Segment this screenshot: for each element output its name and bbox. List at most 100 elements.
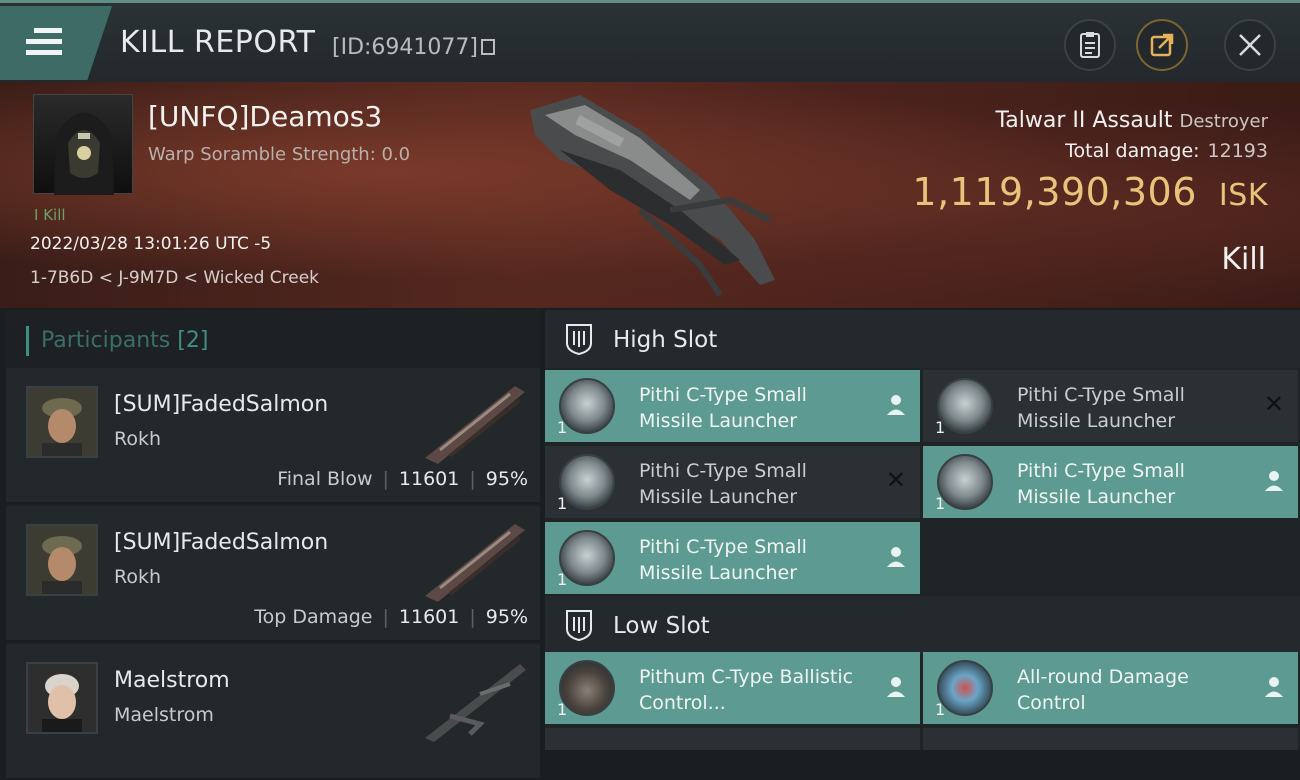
participant-stats: Final Blow | 11601 | 95% [277, 468, 528, 490]
module-name: Pithi C-Type Small Missile Launcher [639, 384, 807, 432]
kill-location[interactable]: 1-7B6D < J-9M7D < Wicked Creek [30, 268, 319, 288]
ship-name: Talwar II Assault [995, 108, 1173, 133]
isk-unit: ISK [1218, 178, 1268, 213]
destroyed-x-icon: ✕ [1263, 390, 1284, 418]
kill-tag: I Kill [34, 206, 66, 224]
module-name: Pithi C-Type Small Missile Launcher [639, 460, 807, 508]
participant-ship: Rokh [114, 428, 162, 450]
participant-ship: Maelstrom [114, 704, 214, 726]
share-icon [1150, 33, 1174, 57]
hooded-pilot-portrait [54, 112, 114, 195]
module-quantity: 1 [557, 700, 568, 719]
participant-name: Maelstrom [114, 668, 230, 693]
participant-damage: 11601 [398, 606, 460, 628]
page-title: KILL REPORT [120, 25, 316, 60]
module-item[interactable]: 1 Pithi C-Type Small Missile Launcher [545, 522, 920, 594]
participant-percent: 95% [485, 606, 528, 628]
destroyed-x-icon: ✕ [885, 466, 906, 494]
low-slot-label: Low Slot [613, 613, 710, 639]
participant-row[interactable]: [SUM]FadedSalmon Rokh Top Damage | 11601 | 9… [6, 506, 540, 642]
module-item[interactable]: 1 All-round Damage Control [923, 652, 1298, 724]
fitting-panel: High Slot 1 Pithi C-Type Small Missile L… [545, 310, 1300, 750]
isk-value: 1,119,390,306 ISK [912, 170, 1268, 214]
kill-id[interactable]: [ID:6941077] [332, 35, 495, 60]
participant-name: [SUM]FadedSalmon [114, 392, 329, 417]
participant-ship-image [425, 524, 525, 602]
participant-ship-image [425, 664, 526, 742]
participants-label: Participants [41, 328, 171, 353]
module-name: Pithum C-Type Ballistic Control... [639, 666, 854, 714]
participant-avatar [26, 386, 98, 458]
participant-name: [SUM]FadedSalmon [114, 530, 329, 555]
dropped-person-icon [887, 677, 905, 697]
missile-launcher-icon [937, 378, 993, 434]
close-button[interactable] [1224, 19, 1276, 71]
high-slot-icon [566, 324, 592, 355]
module-quantity: 1 [935, 418, 946, 437]
participants-panel: Participants [2] [SUM]FadedSalmon Rokh F… [6, 310, 540, 780]
module-quantity: 1 [557, 418, 568, 437]
kill-result: Kill [1221, 242, 1266, 277]
warp-scramble-strength: Warp Soramble Strength: 0.0 [148, 144, 411, 165]
damage-control-icon [937, 660, 993, 716]
high-slot-header: High Slot [545, 310, 1300, 368]
menu-button[interactable] [0, 6, 112, 80]
clipboard-button[interactable] [1064, 19, 1116, 71]
header-bar: KILL REPORT [ID:6941077] [0, 0, 1300, 82]
module-name: All-round Damage Control [1017, 666, 1189, 714]
module-item[interactable]: 1 Pithi C-Type Small Missile Launcher ✕ [923, 370, 1298, 442]
participant-avatar [26, 662, 98, 734]
missile-launcher-icon [559, 378, 615, 434]
module-item-partial[interactable] [545, 728, 920, 750]
kill-date: 2022/03/28 13:01:26 UTC -5 [30, 234, 272, 254]
victim-name[interactable]: [UNFQ]Deamos3 [148, 100, 382, 133]
kill-id-text: [ID:6941077] [332, 35, 478, 60]
missile-launcher-icon [937, 454, 993, 510]
participant-role: Final Blow [277, 468, 373, 490]
hamburger-icon [26, 28, 62, 56]
participants-count: [2] [177, 328, 209, 353]
total-damage: Total damage: 12193 [1065, 140, 1268, 162]
victim-avatar[interactable] [33, 94, 133, 195]
total-damage-label: Total damage: [1065, 140, 1200, 162]
module-quantity: 1 [557, 570, 568, 589]
module-quantity: 1 [935, 494, 946, 513]
victim-ship-image[interactable] [520, 90, 790, 300]
missile-launcher-icon [559, 530, 615, 586]
participant-row[interactable]: Maelstrom Maelstrom [6, 644, 540, 780]
isk-amount: 1,119,390,306 [912, 170, 1197, 214]
close-icon [1239, 34, 1261, 56]
participant-ship-image [425, 386, 525, 464]
module-quantity: 1 [935, 700, 946, 719]
participant-ship: Rokh [114, 566, 162, 588]
participant-row[interactable]: [SUM]FadedSalmon Rokh Final Blow | 11601 | 9… [6, 368, 540, 504]
participant-damage: 11601 [398, 468, 460, 490]
participant-role: Top Damage [254, 606, 373, 628]
dropped-person-icon [887, 547, 905, 567]
participants-header: Participants [2] [26, 326, 208, 356]
total-damage-value: 12193 [1207, 140, 1268, 162]
copy-icon[interactable] [481, 39, 495, 55]
module-item-partial[interactable] [923, 728, 1298, 750]
ballistic-control-icon [559, 660, 615, 716]
module-item[interactable]: 1 Pithi C-Type Small Missile Launcher [545, 370, 920, 442]
dropped-person-icon [887, 395, 905, 415]
dropped-person-icon [1265, 471, 1283, 491]
module-quantity: 1 [557, 494, 568, 513]
high-slot-label: High Slot [613, 327, 718, 353]
module-item[interactable]: 1 Pithum C-Type Ballistic Control... [545, 652, 920, 724]
participant-percent: 95% [485, 468, 528, 490]
ship-class: Destroyer [1179, 111, 1268, 132]
kill-summary-banner: [UNFQ]Deamos3 Warp Soramble Strength: 0.… [0, 82, 1300, 308]
share-button[interactable] [1136, 19, 1188, 71]
low-slot-header: Low Slot [545, 596, 1300, 654]
module-name: Pithi C-Type Small Missile Launcher [1017, 460, 1185, 508]
dropped-person-icon [1265, 677, 1283, 697]
participant-avatar [26, 524, 98, 596]
victim-ship[interactable]: Talwar II Assault Destroyer [995, 108, 1268, 133]
low-slot-icon [566, 610, 592, 641]
module-name: Pithi C-Type Small Missile Launcher [1017, 384, 1185, 432]
module-item[interactable]: 1 Pithi C-Type Small Missile Launcher ✕ [545, 446, 920, 518]
participant-stats: Top Damage | 11601 | 95% [254, 606, 528, 628]
module-item[interactable]: 1 Pithi C-Type Small Missile Launcher [923, 446, 1298, 518]
